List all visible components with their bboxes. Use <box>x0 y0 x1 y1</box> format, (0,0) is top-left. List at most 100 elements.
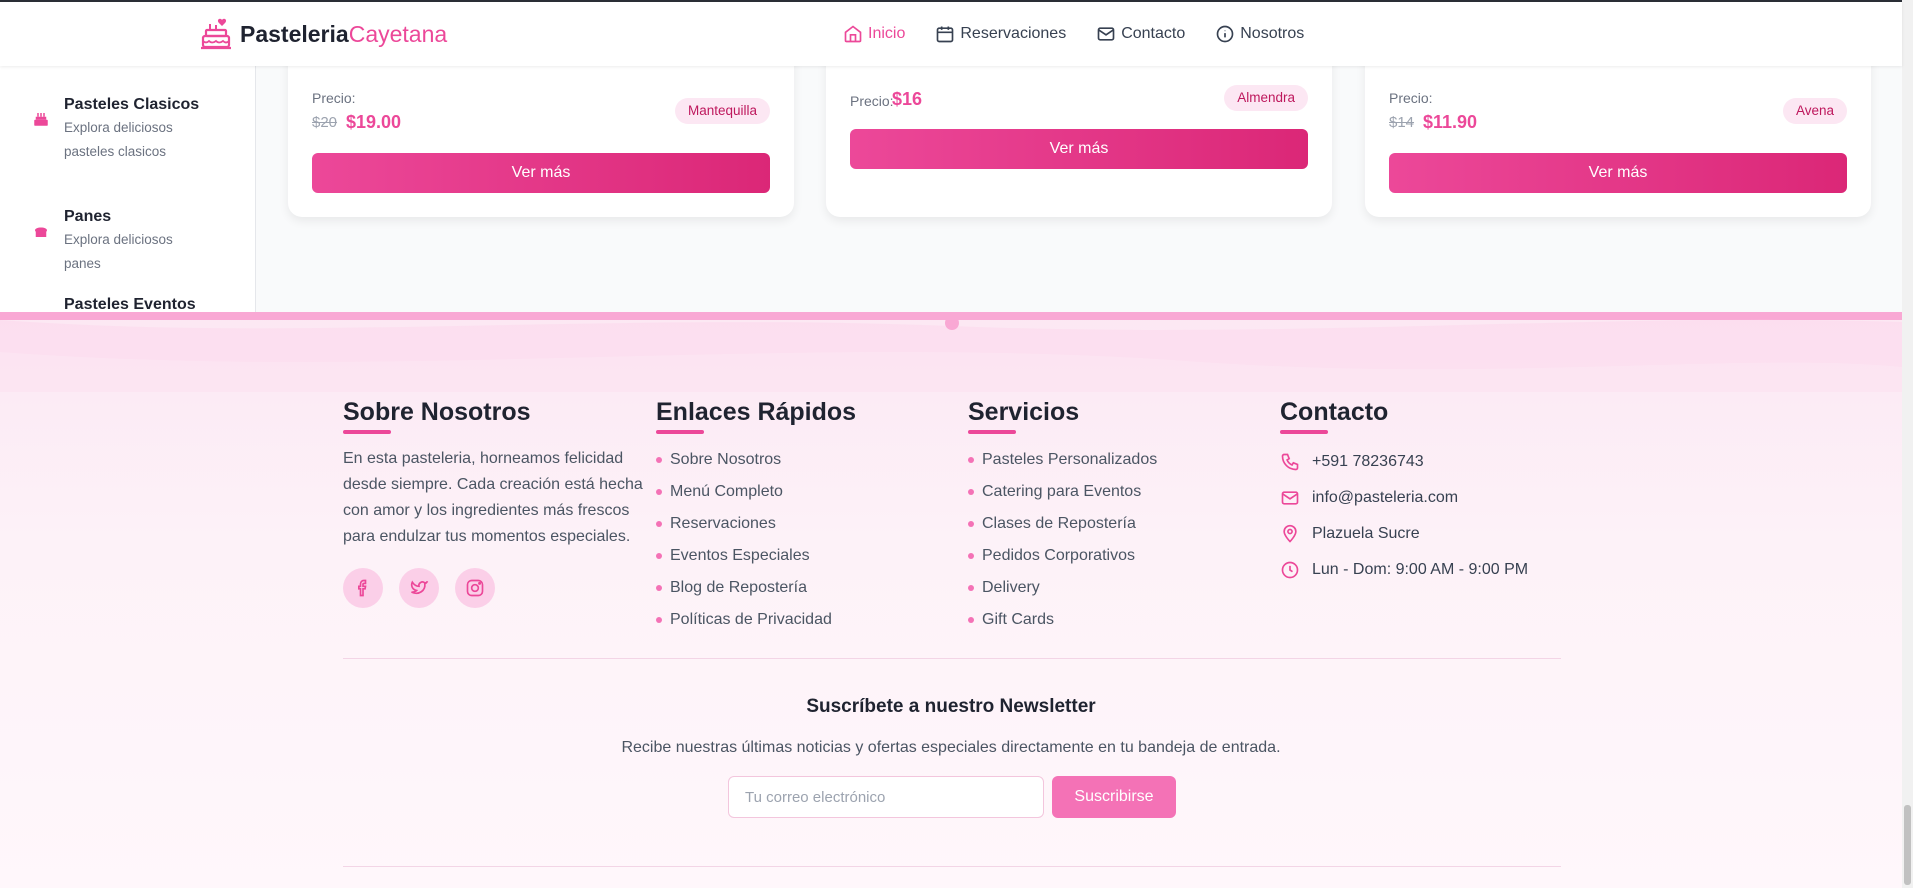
footer-about: Sobre Nosotros En esta pasteleria, horne… <box>343 396 663 608</box>
bullet <box>656 553 662 559</box>
product-card: Precio: $14 $11.90 Avena Ver más <box>1365 40 1871 217</box>
contact-email[interactable]: info@pasteleria.com <box>1280 480 1528 516</box>
newsletter-desc: Recibe nuestras últimas noticias y ofert… <box>621 739 1281 756</box>
scrollbar-thumb[interactable] <box>1904 805 1911 885</box>
newsletter-title: Suscríbete a nuestro Newsletter <box>806 696 1096 717</box>
site-footer: Sobre Nosotros En esta pasteleria, horne… <box>0 312 1902 888</box>
title-underline <box>1280 430 1328 434</box>
footer-link[interactable]: Menú Completo <box>656 476 856 508</box>
product-price: $11.90 <box>1423 112 1478 132</box>
price-label: Precio: <box>850 93 894 109</box>
service-link[interactable]: Catering para Eventos <box>968 476 1157 508</box>
facebook-link[interactable] <box>343 568 383 608</box>
sidebar-item-panes[interactable]: Panes Explora deliciosos panes <box>32 206 194 276</box>
brand-logo[interactable]: Pasteleria Cayetana <box>200 14 447 54</box>
price-label: Precio: <box>1389 90 1433 106</box>
bullet <box>968 585 974 591</box>
sidebar-item-pasteles-clasicos[interactable]: Pasteles Clasicos Explora deliciosos pas… <box>32 94 199 164</box>
footer-link-label: Reservaciones <box>670 515 776 532</box>
bread-icon <box>35 227 47 237</box>
instagram-link[interactable] <box>455 568 495 608</box>
nav-label: Contacto <box>1121 25 1186 42</box>
bullet <box>656 521 662 527</box>
footer-col-title: Enlaces Rápidos <box>656 398 857 426</box>
service-link-label: Pasteles Personalizados <box>982 451 1158 468</box>
sidebar-item-pasteles-eventos[interactable]: Pasteles Eventos <box>64 294 196 312</box>
cake-icon <box>201 18 231 50</box>
sidebar-item-desc: Explora deliciosos pasteles clasicos <box>64 120 173 159</box>
contact-hours: Lun - Dom: 9:00 AM - 9:00 PM <box>1280 552 1528 588</box>
footer-services: Servicios Pasteles Personalizados Cateri… <box>968 396 1157 636</box>
ver-mas-button[interactable]: Ver más <box>850 129 1308 169</box>
service-link-label: Delivery <box>982 579 1040 596</box>
title-underline <box>968 430 1016 434</box>
service-link-label: Clases de Repostería <box>982 515 1136 532</box>
home-icon <box>844 25 862 43</box>
ingredient-tag: Mantequilla <box>674 98 770 124</box>
old-price: $14 <box>1389 114 1415 131</box>
mail-icon <box>1097 27 1115 41</box>
product-card: Precio: $16 Almendra Ver más <box>826 40 1332 217</box>
newsletter-email-input[interactable] <box>728 776 1044 818</box>
contact-text: Plazuela Sucre <box>1312 525 1420 542</box>
footer-contact: Contacto +591 78236743 info@pasteleria.c… <box>1280 396 1528 588</box>
clock-icon <box>1281 561 1299 579</box>
footer-link[interactable]: Políticas de Privacidad <box>656 604 856 636</box>
footer-link[interactable]: Reservaciones <box>656 508 856 540</box>
footer-link-label: Blog de Repostería <box>670 579 807 596</box>
service-link[interactable]: Pedidos Corporativos <box>968 540 1157 572</box>
footer-link-label: Políticas de Privacidad <box>670 611 832 628</box>
facebook-icon <box>358 579 367 597</box>
navbar: Pasteleria Cayetana Inicio Reservaciones … <box>0 2 1902 66</box>
twitter-icon <box>410 580 429 595</box>
nav-reservaciones[interactable]: Reservaciones <box>935 24 1066 44</box>
price-label: Precio: <box>312 90 356 106</box>
footer-links: Enlaces Rápidos Sobre Nosotros Menú Comp… <box>656 396 856 636</box>
nav-label: Nosotros <box>1240 25 1305 42</box>
subscribe-button[interactable]: Suscribirse <box>1052 776 1176 818</box>
bullet <box>968 553 974 559</box>
footer-link[interactable]: Blog de Repostería <box>656 572 856 604</box>
footer-link-label: Sobre Nosotros <box>670 451 782 468</box>
phone-icon <box>1281 453 1299 471</box>
ingredient-tag: Almendra <box>1224 85 1308 111</box>
bullet <box>656 489 662 495</box>
footer-col-title: Contacto <box>1280 398 1389 426</box>
footer-link[interactable]: Sobre Nosotros <box>656 444 856 476</box>
service-link[interactable]: Delivery <box>968 572 1157 604</box>
product-price: $16 <box>892 89 923 109</box>
service-link[interactable]: Clases de Repostería <box>968 508 1157 540</box>
footer-col-title: Sobre Nosotros <box>343 398 531 426</box>
bullet <box>968 521 974 527</box>
nav-contacto[interactable]: Contacto <box>1096 24 1185 44</box>
twitter-link[interactable] <box>399 568 439 608</box>
service-link[interactable]: Pasteles Personalizados <box>968 444 1157 476</box>
sidebar-item-title: Pasteles Eventos <box>64 296 196 312</box>
mail-icon <box>1281 491 1299 505</box>
nav-inicio[interactable]: Inicio <box>843 24 905 44</box>
services-list: Pasteles Personalizados Catering para Ev… <box>968 444 1157 636</box>
footer-link-label: Eventos Especiales <box>670 547 810 564</box>
footer-col-title: Servicios <box>968 398 1080 426</box>
footer-divider <box>343 658 1561 659</box>
footer-divider <box>343 866 1561 867</box>
sidebar-item-title: Pasteles Clasicos <box>64 96 200 113</box>
nav-nosotros[interactable]: Nosotros <box>1215 24 1304 44</box>
bullet <box>968 617 974 623</box>
contact-phone: +591 78236743 <box>1280 444 1528 480</box>
footer-link-label: Menú Completo <box>670 483 783 500</box>
service-link-label: Catering para Eventos <box>982 483 1142 500</box>
contact-text: +591 78236743 <box>1312 453 1424 470</box>
page-scrollbar[interactable] <box>1902 0 1913 888</box>
bullet <box>968 489 974 495</box>
bullet <box>968 457 974 463</box>
bullet <box>656 457 662 463</box>
ver-mas-button[interactable]: Ver más <box>1389 153 1847 193</box>
calendar-icon <box>937 26 954 43</box>
contact-text: Lun - Dom: 9:00 AM - 9:00 PM <box>1312 561 1529 578</box>
service-link-label: Pedidos Corporativos <box>982 547 1135 564</box>
contact-location: Plazuela Sucre <box>1280 516 1528 552</box>
service-link[interactable]: Gift Cards <box>968 604 1157 636</box>
footer-link[interactable]: Eventos Especiales <box>656 540 856 572</box>
ver-mas-button[interactable]: Ver más <box>312 153 770 193</box>
